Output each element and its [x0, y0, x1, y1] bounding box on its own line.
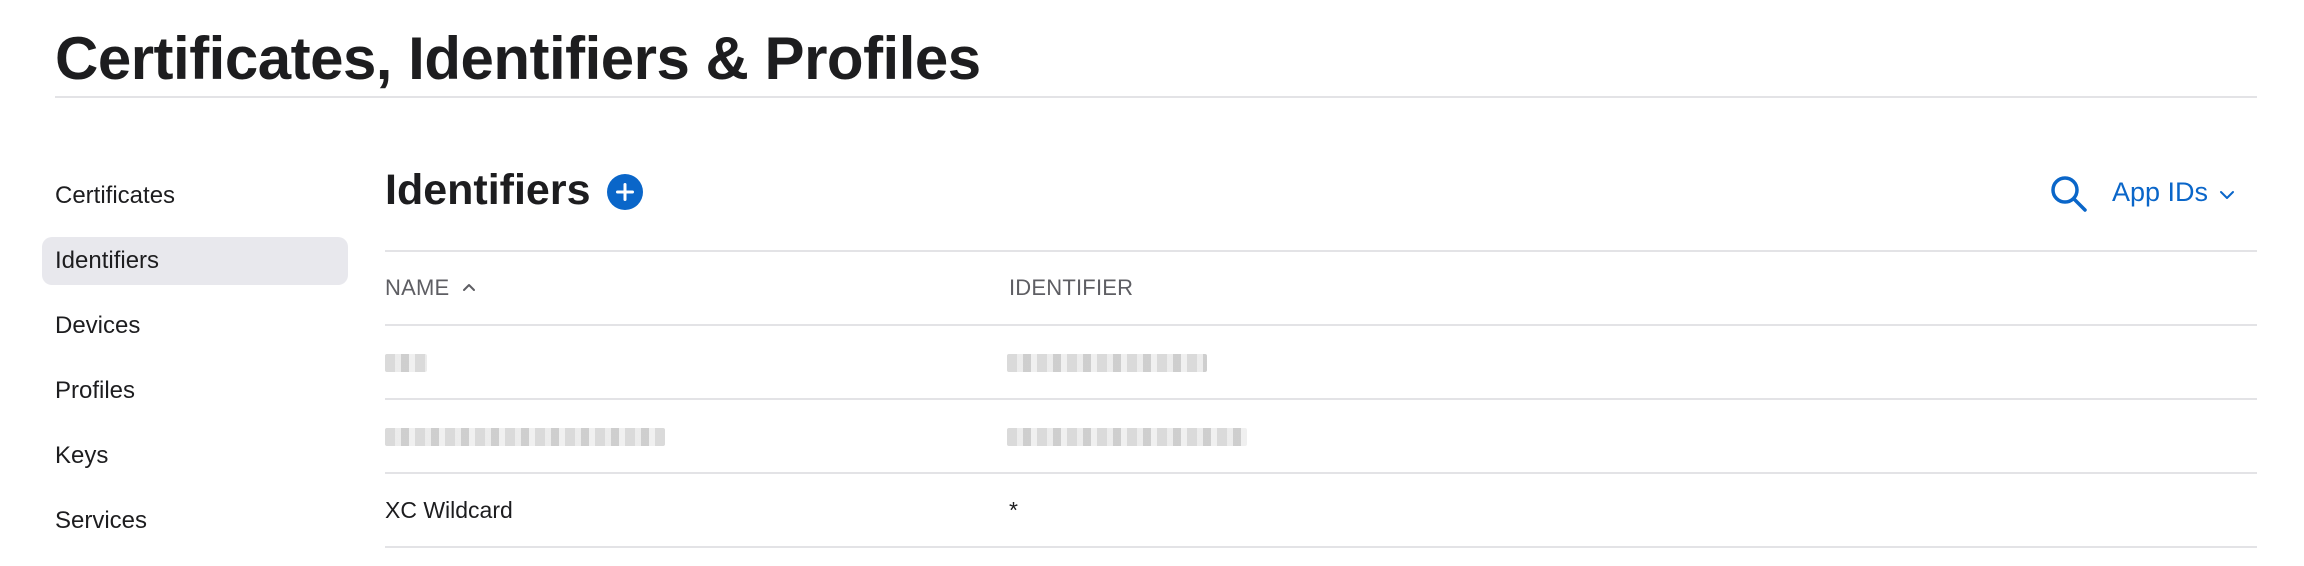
- identifier-value: *: [1009, 497, 1018, 523]
- redacted-name: [385, 428, 665, 446]
- plus-circle-icon: [616, 183, 634, 201]
- sidebar-item-profiles[interactable]: Profiles: [42, 367, 348, 415]
- page-header: Certificates, Identifiers & Profiles: [55, 0, 2257, 98]
- sidebar-item-keys[interactable]: Keys: [42, 432, 348, 480]
- sidebar-item-services[interactable]: Services: [42, 497, 348, 545]
- sidebar-item-label: Identifiers: [55, 247, 160, 274]
- table-row[interactable]: XC Wildcard *: [385, 472, 2257, 548]
- sidebar-item-certificates[interactable]: Certificates: [42, 172, 348, 220]
- column-header-label: NAME: [385, 275, 450, 300]
- table-row[interactable]: [385, 398, 2257, 472]
- filter-label: App IDs: [2112, 177, 2209, 207]
- app-ids-filter-dropdown[interactable]: App IDs: [2112, 172, 2235, 212]
- add-identifier-button[interactable]: [607, 174, 643, 210]
- sidebar: Certificates Identifiers Devices Profile…: [42, 172, 348, 562]
- sidebar-item-label: Devices: [55, 312, 141, 339]
- name-column-header[interactable]: NAME: [385, 252, 476, 324]
- table-row[interactable]: [385, 324, 2257, 398]
- chevron-down-icon: [2219, 190, 2234, 199]
- chevron-up-icon: [462, 284, 475, 292]
- sidebar-item-label: Certificates: [55, 182, 176, 209]
- identifier-column-header[interactable]: IDENTIFIER: [1009, 252, 1133, 324]
- section-title: Identifiers: [385, 166, 591, 214]
- sidebar-item-devices[interactable]: Devices: [42, 302, 348, 350]
- redacted-identifier: [1007, 428, 1247, 446]
- redacted-identifier: [1007, 354, 1207, 372]
- sidebar-item-label: Keys: [55, 442, 109, 469]
- sidebar-item-label: Profiles: [55, 377, 136, 404]
- redacted-name: [385, 354, 427, 372]
- column-header-label: IDENTIFIER: [1009, 275, 1134, 300]
- table-header-row: NAME IDENTIFIER: [385, 250, 2257, 324]
- identifier-name: XC Wildcard: [385, 497, 513, 523]
- identifiers-table: NAME IDENTIFIER XC Wildcard *: [385, 250, 2257, 548]
- sidebar-item-identifiers[interactable]: Identifiers: [42, 237, 348, 285]
- search-button[interactable]: [2048, 173, 2090, 215]
- sidebar-item-label: Services: [55, 507, 148, 534]
- page-title: Certificates, Identifiers & Profiles: [55, 25, 981, 92]
- search-icon: [2051, 176, 2087, 212]
